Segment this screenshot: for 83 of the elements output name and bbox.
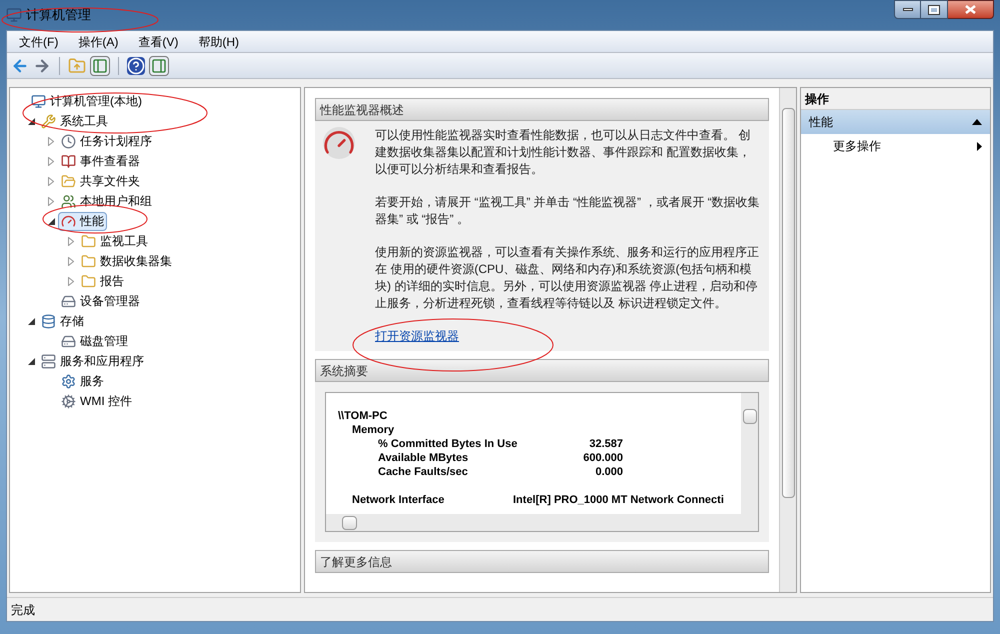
- storage-icon: [41, 314, 56, 328]
- horizontal-scrollbar[interactable]: [326, 514, 758, 531]
- tree-item[interactable]: 任务计划程序: [58, 132, 155, 150]
- expanded-triangle-icon[interactable]: [28, 358, 34, 364]
- tree-item[interactable]: 事件查看器: [58, 152, 143, 170]
- tree-item[interactable]: 性能: [58, 212, 107, 230]
- menu-item[interactable]: 文件(F): [11, 32, 66, 50]
- tree-item[interactable]: 计算机管理(本地): [28, 92, 145, 110]
- folder-icon: [81, 274, 96, 288]
- expanded-triangle-icon[interactable]: [48, 218, 54, 224]
- window-title: 计算机管理: [26, 6, 91, 24]
- tree-item[interactable]: 存储: [38, 312, 87, 330]
- clock-icon: [61, 134, 76, 148]
- description-text: 可以使用性能监视器实时查看性能数据，也可以从日志文件中查看。 创建数据收集器集以配置和计划性能计数器、事件跟踪和 配置数据收集，以便可以分析结果和查看报告。: [375, 127, 752, 178]
- minimize-button[interactable]: [894, 0, 921, 19]
- section-header[interactable]: 了解更多信息: [315, 550, 769, 573]
- help-icon[interactable]: [127, 56, 145, 74]
- action-pane-icon[interactable]: [149, 56, 169, 76]
- collapsed-triangle-icon[interactable]: [48, 136, 54, 146]
- collapsed-triangle-icon[interactable]: [68, 276, 74, 286]
- description-text: 若要开始，请展开 “监视工具” 并单击 “性能监视器” ，或者展开 “数据收集器集” 或 “报告” 。: [375, 194, 761, 228]
- tree-item[interactable]: 系统工具: [38, 112, 111, 130]
- submenu-arrow-icon: [977, 142, 982, 150]
- users-icon: [61, 194, 76, 208]
- counter-name: % Committed Bytes In Use: [378, 438, 518, 450]
- menu-item[interactable]: 帮助(H): [190, 32, 247, 50]
- tree-item[interactable]: 监视工具: [78, 232, 151, 250]
- back-icon[interactable]: [11, 56, 29, 74]
- counter-value: 600.000: [582, 451, 623, 465]
- tree-item[interactable]: 设备管理器: [58, 292, 143, 310]
- instance-name: Intel[R] PRO_1000 MT Network Connecti: [513, 493, 724, 507]
- gear-icon: [61, 374, 76, 388]
- expanded-triangle-icon[interactable]: [28, 318, 34, 324]
- server-icon: [41, 354, 56, 368]
- computer-icon: [31, 94, 46, 108]
- folder-up-icon[interactable]: [68, 56, 86, 74]
- close-button[interactable]: [948, 0, 994, 19]
- object-name: Memory: [352, 424, 394, 436]
- machine-name: \\TOM-PC: [338, 410, 388, 422]
- counter-name: Cache Faults/sec: [378, 466, 468, 478]
- collapsed-triangle-icon[interactable]: [48, 196, 54, 206]
- description-text: 使用新的资源监视器，可以查看有关操作系统、服务和运行的应用程序正在 使用的硬件资源(CPU、磁盘、网络和内存)和系统资源(包括句柄和模块) 的详细的实时信息。另外，可以使用资源监视器 停止进程，启动和停止服务，分析进程死锁，查看线程等待链以及 标识进程锁定文件。: [375, 244, 760, 312]
- tree-item[interactable]: 报告: [78, 272, 127, 290]
- gauge-icon: [323, 127, 355, 159]
- log-book-icon: [61, 154, 76, 168]
- section-header[interactable]: 性能监视器概述: [315, 98, 769, 121]
- tree-item[interactable]: 服务和应用程序: [38, 352, 147, 370]
- collapsed-triangle-icon[interactable]: [68, 236, 74, 246]
- actions-header: 操作: [801, 88, 990, 110]
- gear-icon: [61, 394, 76, 408]
- collapsed-triangle-icon[interactable]: [48, 156, 54, 166]
- tree-item[interactable]: 本地用户和组: [58, 192, 155, 210]
- action-item[interactable]: 更多操作: [801, 134, 990, 158]
- counter-value: 0.000: [594, 465, 623, 479]
- tree-item[interactable]: WMI 控件: [58, 392, 135, 410]
- tools-icon: [41, 114, 56, 128]
- tree-pane-icon[interactable]: [90, 56, 110, 76]
- vertical-scrollbar[interactable]: [741, 393, 758, 514]
- gauge-icon: [61, 214, 76, 228]
- vertical-scrollbar[interactable]: [779, 88, 796, 592]
- tree-item[interactable]: 服务: [58, 372, 107, 390]
- device-icon: [61, 294, 76, 308]
- collapsed-triangle-icon[interactable]: [48, 176, 54, 186]
- shared-folder-icon: [61, 174, 76, 188]
- app-icon: [6, 7, 22, 23]
- collapsed-triangle-icon[interactable]: [68, 256, 74, 266]
- menu-item[interactable]: 操作(A): [70, 32, 126, 50]
- tree-item[interactable]: 数据收集器集: [78, 252, 175, 270]
- folder-icon: [81, 254, 96, 268]
- action-group[interactable]: 性能: [801, 110, 990, 134]
- counter-name: Available MBytes: [378, 452, 468, 464]
- tree-item[interactable]: 共享文件夹: [58, 172, 143, 190]
- forward-icon[interactable]: [33, 56, 51, 74]
- tree-item[interactable]: 磁盘管理: [58, 332, 131, 350]
- object-name: Network Interface: [352, 494, 444, 506]
- folder-icon: [81, 234, 96, 248]
- close-icon: [965, 5, 976, 14]
- maximize-button[interactable]: [921, 0, 948, 19]
- collapse-icon: [972, 119, 982, 125]
- resource-monitor-link[interactable]: 打开资源监视器: [375, 328, 459, 345]
- menu-item[interactable]: 查看(V): [130, 32, 186, 50]
- expanded-triangle-icon[interactable]: [28, 118, 34, 124]
- section-header[interactable]: 系统摘要: [315, 359, 769, 382]
